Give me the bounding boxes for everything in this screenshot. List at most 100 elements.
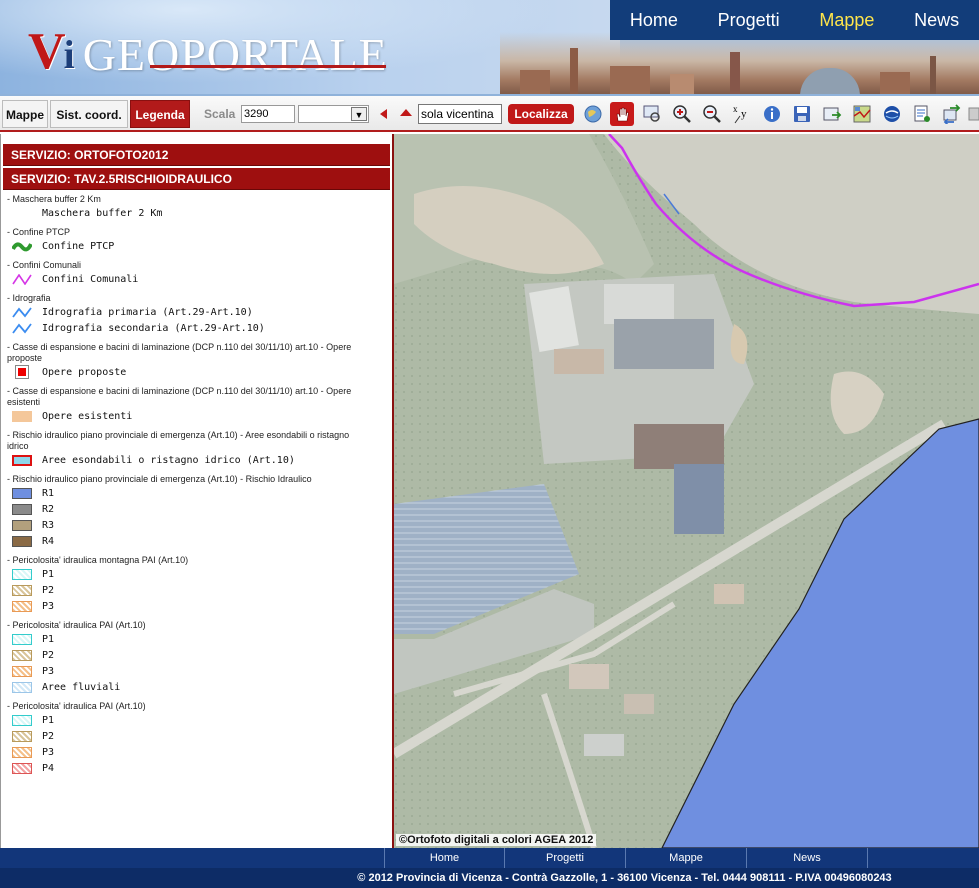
p2-hatch-swatch bbox=[12, 730, 32, 742]
red-square-swatch bbox=[15, 365, 29, 379]
p2-hatch-swatch bbox=[12, 584, 32, 596]
globe-icon[interactable] bbox=[581, 102, 605, 126]
legend-item: P4 bbox=[12, 760, 392, 776]
coordinates-xy-icon[interactable]: xy bbox=[730, 102, 754, 126]
p3-hatch-swatch bbox=[12, 665, 32, 677]
cyan-red-border-swatch bbox=[12, 454, 32, 466]
legend-item: Maschera buffer 2 Km bbox=[12, 205, 392, 221]
legend-list: - Maschera buffer 2 Km Maschera buffer 2… bbox=[1, 190, 392, 776]
nav-progetti[interactable]: Progetti bbox=[718, 10, 780, 31]
magenta-line-swatch bbox=[12, 273, 32, 285]
legend-item: R1 bbox=[12, 485, 392, 501]
refresh-icon[interactable] bbox=[940, 102, 964, 126]
zoom-box-icon[interactable] bbox=[640, 102, 664, 126]
pan-hand-icon[interactable] bbox=[610, 102, 634, 126]
nav-mappe[interactable]: Mappe bbox=[819, 10, 874, 31]
legend-item: Opere esistenti bbox=[12, 408, 392, 424]
zoom-in-icon[interactable] bbox=[670, 102, 694, 126]
empty-swatch bbox=[12, 208, 32, 219]
header-banner: Vi GEOPORTALE Home Progetti Mappe News bbox=[0, 0, 979, 96]
legend-group-title: - Maschera buffer 2 Km bbox=[7, 194, 101, 204]
top-navigation: Home Progetti Mappe News bbox=[610, 0, 979, 40]
zoom-out-icon[interactable] bbox=[700, 102, 724, 126]
r1-swatch bbox=[12, 487, 32, 499]
green-line-swatch bbox=[12, 241, 32, 251]
r2-swatch bbox=[12, 503, 32, 515]
legend-item: P1 bbox=[12, 712, 392, 728]
service-header-rischio[interactable]: SERVIZIO: TAV.2.5RISCHIOIDRAULICO bbox=[3, 168, 390, 190]
map-attribution: ©Ortofoto digitali a colori AGEA 2012 bbox=[396, 834, 597, 846]
legend-group-title: - Rischio idraulico piano provinciale di… bbox=[7, 430, 350, 451]
footer-nav-home[interactable]: Home bbox=[384, 848, 505, 868]
legend-item: P2 bbox=[12, 728, 392, 744]
legend-group-title: - Pericolosita' idraulica PAI (Art.10) bbox=[7, 620, 146, 630]
p1-hatch-swatch bbox=[12, 714, 32, 726]
p3-hatch-swatch bbox=[12, 746, 32, 758]
legend-item: P3 bbox=[12, 744, 392, 760]
aree-fluviali-hatch-swatch bbox=[12, 681, 32, 693]
legend-item: P1 bbox=[12, 566, 392, 582]
export-icon[interactable] bbox=[820, 102, 844, 126]
legend-group-title: - Casse di espansione e bacini di lamina… bbox=[7, 342, 352, 363]
r3-swatch bbox=[12, 519, 32, 531]
svg-text:x: x bbox=[733, 104, 738, 114]
legend-item: P1 bbox=[12, 631, 392, 647]
legend-item: R2 bbox=[12, 501, 392, 517]
p1-hatch-swatch bbox=[12, 568, 32, 580]
legend-item: P3 bbox=[12, 598, 392, 614]
p2-hatch-swatch bbox=[12, 649, 32, 661]
locate-input[interactable] bbox=[418, 104, 502, 124]
orthophoto-map[interactable] bbox=[394, 134, 979, 848]
footer-navigation: Home Progetti Mappe News bbox=[0, 848, 979, 868]
footer-nav-news[interactable]: News bbox=[747, 848, 868, 868]
legend-item: R4 bbox=[12, 533, 392, 549]
legend-item: P2 bbox=[12, 582, 392, 598]
legend-group-title: - Pericolosita' idraulica montagna PAI (… bbox=[7, 555, 189, 565]
chevron-down-icon: ▼ bbox=[351, 107, 367, 121]
tab-mappe[interactable]: Mappe bbox=[2, 100, 48, 128]
earth-icon[interactable] bbox=[880, 102, 904, 126]
legend-group-title: - Rischio idraulico piano provinciale di… bbox=[7, 474, 312, 484]
footer-info: © 2012 Provincia di Vicenza - Contrà Gaz… bbox=[0, 868, 979, 888]
legend-item: Opere proposte bbox=[12, 364, 392, 380]
map-view[interactable]: ©Ortofoto digitali a colori AGEA 2012 bbox=[394, 134, 979, 848]
legend-item: Idrografia primaria (Art.29-Art.10) bbox=[12, 304, 392, 320]
legend-group-title: - Idrografia bbox=[7, 293, 51, 303]
collapse-left-arrow-icon[interactable] bbox=[380, 109, 387, 119]
blue-line-swatch bbox=[12, 322, 32, 334]
tab-sist-coord[interactable]: Sist. coord. bbox=[50, 100, 128, 128]
map-toolbar: Mappe Sist. coord. Legenda Scala ▼ Local… bbox=[0, 96, 979, 132]
orange-fill-swatch bbox=[12, 410, 32, 422]
print-icon[interactable] bbox=[910, 102, 934, 126]
tab-legenda[interactable]: Legenda bbox=[130, 100, 190, 128]
svg-text:y: y bbox=[741, 108, 747, 120]
legend-item: P3 bbox=[12, 663, 392, 679]
legend-group-title: - Casse di espansione e bacini di lamina… bbox=[7, 386, 352, 407]
legend-panel: SERVIZIO: ORTOFOTO2012 SERVIZIO: TAV.2.5… bbox=[0, 134, 394, 848]
logo-underline bbox=[150, 65, 386, 68]
more-icon[interactable] bbox=[968, 102, 979, 126]
logo-title: GEOPORTALE bbox=[82, 29, 388, 80]
nav-news[interactable]: News bbox=[914, 10, 959, 31]
legend-item: Confini Comunali bbox=[12, 271, 392, 287]
map-layer-icon[interactable] bbox=[850, 102, 874, 126]
locate-button[interactable]: Localizza bbox=[508, 104, 574, 124]
legend-item: P2 bbox=[12, 647, 392, 663]
info-icon[interactable] bbox=[760, 102, 784, 126]
save-icon[interactable] bbox=[790, 102, 814, 126]
collapse-up-arrow-icon[interactable] bbox=[400, 109, 412, 116]
footer-nav-progetti[interactable]: Progetti bbox=[505, 848, 626, 868]
scala-input[interactable] bbox=[241, 105, 295, 123]
geoportale-logo[interactable]: Vi GEOPORTALE bbox=[28, 18, 388, 78]
legend-item: Confine PTCP bbox=[12, 238, 392, 254]
geoportale-window: Vi GEOPORTALE Home Progetti Mappe News M… bbox=[0, 0, 979, 888]
blue-line-swatch bbox=[12, 306, 32, 318]
legend-item: Aree esondabili o ristagno idrico (Art.1… bbox=[12, 452, 392, 468]
legend-item: Idrografia secondaria (Art.29-Art.10) bbox=[12, 320, 392, 336]
legend-group-title: - Confini Comunali bbox=[7, 260, 82, 270]
nav-home[interactable]: Home bbox=[630, 10, 678, 31]
legend-item: R3 bbox=[12, 517, 392, 533]
footer-nav-mappe[interactable]: Mappe bbox=[626, 848, 747, 868]
scala-select[interactable]: ▼ bbox=[298, 105, 369, 123]
service-header-ortofoto[interactable]: SERVIZIO: ORTOFOTO2012 bbox=[3, 144, 390, 166]
